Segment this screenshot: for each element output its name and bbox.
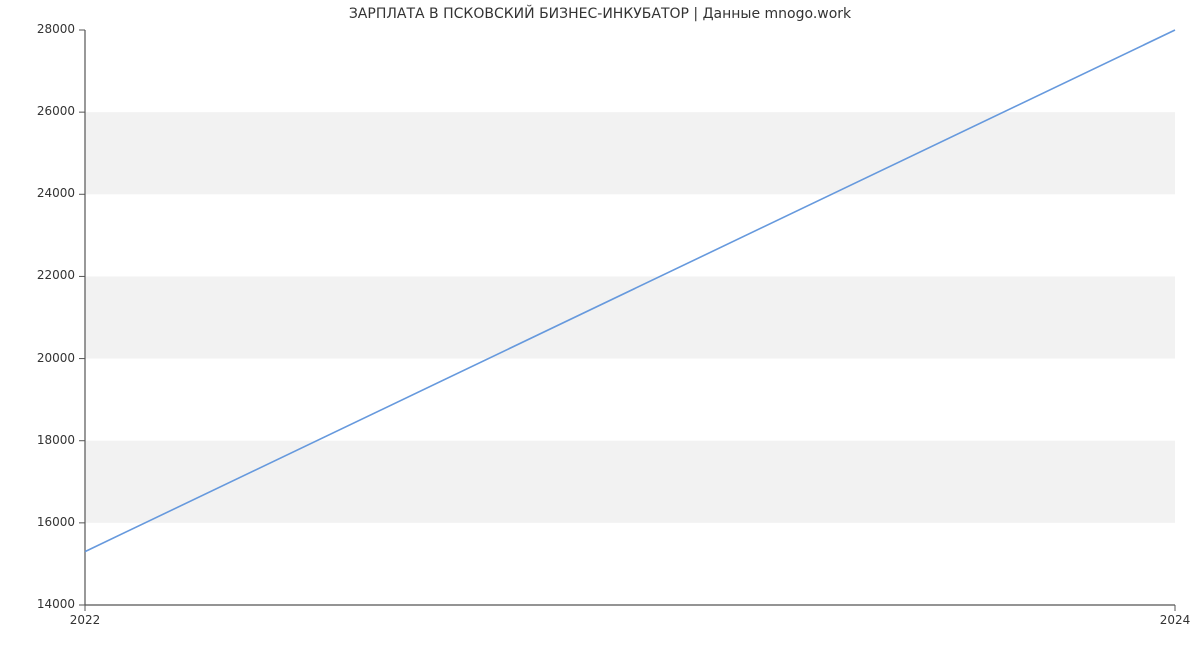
y-tick-label: 26000	[0, 104, 75, 118]
chart-title: ЗАРПЛАТА В ПСКОВСКИЙ БИЗНЕС-ИНКУБАТОР | …	[0, 6, 1200, 22]
y-tick-label: 16000	[0, 515, 75, 529]
chart-container: ЗАРПЛАТА В ПСКОВСКИЙ БИЗНЕС-ИНКУБАТОР | …	[0, 0, 1200, 650]
y-tick-label: 14000	[0, 597, 75, 611]
plot-area	[85, 30, 1175, 605]
y-tick-label: 24000	[0, 186, 75, 200]
y-tick-label: 18000	[0, 433, 75, 447]
x-tick-label: 2024	[1155, 613, 1195, 627]
chart-svg	[85, 30, 1175, 605]
y-tick-label: 22000	[0, 268, 75, 282]
y-tick-label: 28000	[0, 22, 75, 36]
y-tick-label: 20000	[0, 351, 75, 365]
x-tick-label: 2022	[65, 613, 105, 627]
